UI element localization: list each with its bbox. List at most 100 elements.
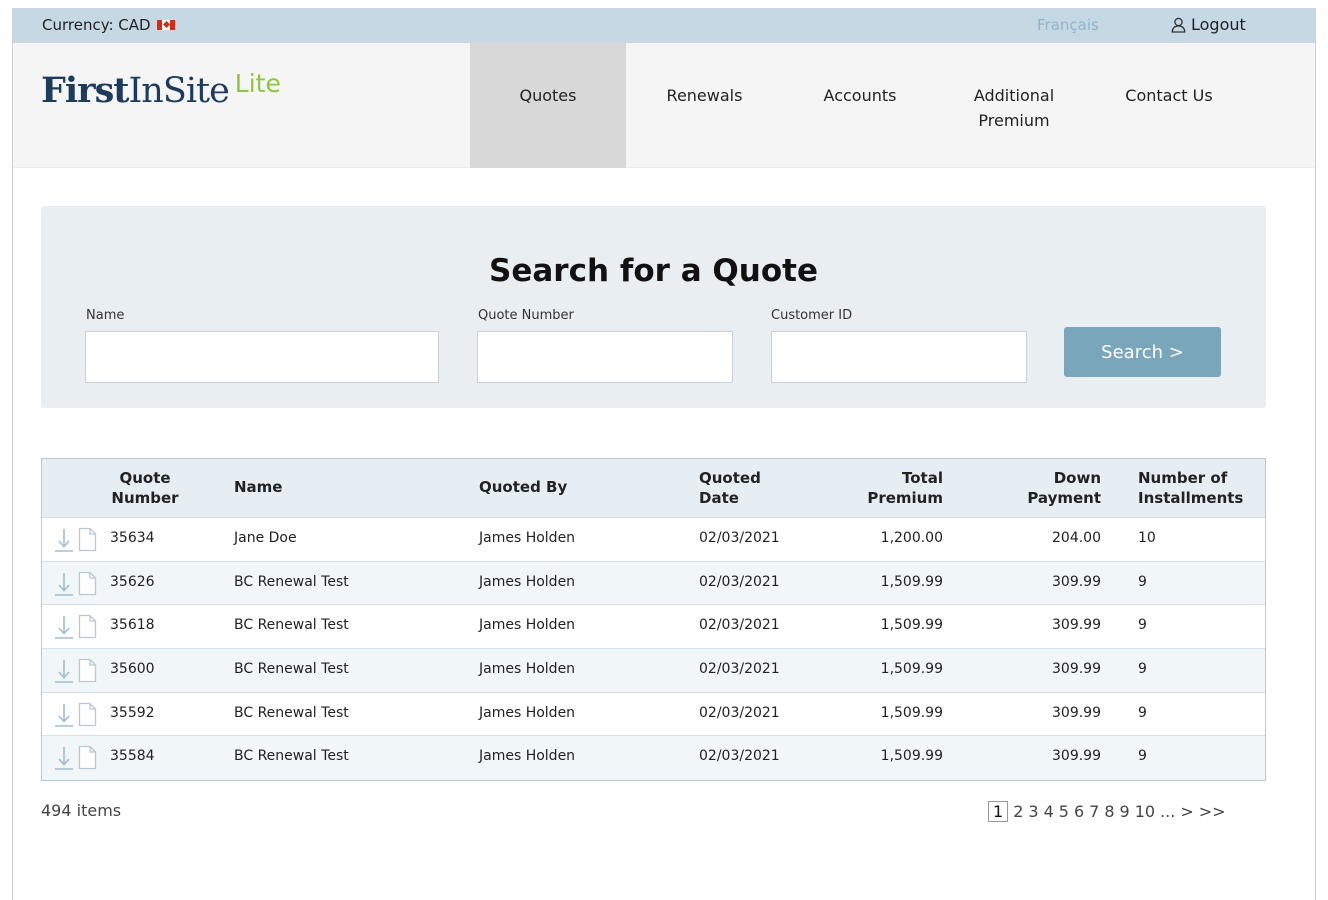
table-row[interactable]: 35634 Jane Doe James Holden 02/03/2021 1…: [42, 518, 1265, 562]
pagination-link[interactable]: 5: [1059, 802, 1069, 821]
cell-name: BC Renewal Test: [234, 661, 349, 678]
currency-indicator: Currency: CAD: [42, 16, 176, 34]
nav-item-label: Contact Us: [1125, 86, 1213, 105]
header-line: Payment: [1027, 489, 1101, 507]
column-header-quoted-by[interactable]: Quoted By: [479, 477, 567, 497]
column-header-quoted-date[interactable]: Quoted Date: [699, 468, 761, 508]
column-header-installments[interactable]: Number of Installments: [1138, 468, 1243, 508]
cell-down-payment: 309.99: [1052, 661, 1101, 678]
nav-item-additional-premium[interactable]: Additional Premium: [937, 43, 1091, 168]
table-row[interactable]: 35592 BC Renewal Test James Holden 02/03…: [42, 693, 1265, 737]
table-row[interactable]: 35618 BC Renewal Test James Holden 02/03…: [42, 605, 1265, 650]
pagination-current-page[interactable]: 1: [988, 801, 1009, 822]
download-icon[interactable]: [54, 702, 74, 728]
cell-quote-number: 35584: [110, 748, 155, 765]
table-row[interactable]: 35626 BC Renewal Test James Holden 02/03…: [42, 561, 1265, 606]
language-toggle-link[interactable]: Français: [1037, 16, 1099, 34]
header-line: Premium: [867, 489, 943, 507]
document-icon[interactable]: [78, 614, 97, 639]
table-row[interactable]: 35584 BC Renewal Test James Holden 02/03…: [42, 736, 1265, 781]
pagination-link[interactable]: 7: [1089, 802, 1099, 821]
row-actions: [54, 702, 97, 728]
cell-quoted-date: 02/03/2021: [699, 704, 780, 721]
column-header-total-premium[interactable]: Total Premium: [842, 468, 943, 508]
header-line: Down: [1053, 469, 1101, 487]
cell-down-payment: 309.99: [1052, 704, 1101, 721]
document-icon[interactable]: [78, 745, 97, 770]
cell-total-premium: 1,200.00: [880, 530, 943, 546]
pagination-link[interactable]: 8: [1104, 802, 1114, 821]
quotes-table: Quote Number Name Quoted By Quoted Date …: [41, 458, 1266, 782]
pagination-link[interactable]: 3: [1028, 802, 1038, 821]
firstinsite-logo[interactable]: FirstInSite Lite: [41, 69, 281, 111]
row-actions: [54, 614, 97, 640]
header-line: Quote: [119, 469, 171, 487]
logout-link[interactable]: Logout: [1171, 15, 1246, 34]
user-icon: [1171, 17, 1186, 33]
cell-total-premium: 1,509.99: [880, 573, 943, 590]
header-line: Date: [699, 489, 739, 507]
items-count: 494 items: [41, 801, 122, 820]
download-icon[interactable]: [54, 614, 74, 640]
main-nav: Quotes Renewals Accounts Additional Prem…: [470, 43, 1247, 168]
cell-quoted-date: 02/03/2021: [699, 748, 780, 765]
search-title-rest: for a Quote: [619, 253, 818, 289]
header-line: Number of: [1138, 469, 1228, 487]
cell-name: BC Renewal Test: [234, 748, 349, 765]
cell-quoted-by: James Holden: [479, 573, 576, 590]
cell-quote-number: 35600: [110, 661, 155, 678]
download-icon[interactable]: [54, 527, 74, 553]
cell-quote-number: 35618: [110, 617, 155, 634]
site-header: FirstInSite Lite Quotes Renewals Accounts…: [13, 43, 1315, 168]
document-icon[interactable]: [78, 571, 97, 596]
nav-item-accounts[interactable]: Accounts: [783, 43, 937, 168]
row-actions: [54, 658, 97, 684]
cell-installments: 10: [1138, 530, 1156, 546]
quote-number-input[interactable]: [477, 331, 733, 383]
pagination-link[interactable]: ...: [1160, 802, 1175, 821]
name-input[interactable]: [85, 331, 439, 383]
header-line: Number: [111, 489, 179, 507]
cell-name: BC Renewal Test: [234, 617, 349, 634]
cell-installments: 9: [1138, 617, 1147, 634]
table-row[interactable]: 35600 BC Renewal Test James Holden 02/03…: [42, 649, 1265, 693]
search-title: Search for a Quote: [41, 253, 1266, 289]
nav-item-label: Quotes: [519, 86, 577, 105]
document-icon[interactable]: [78, 658, 97, 683]
cell-quoted-by: James Holden: [479, 617, 576, 634]
cell-quoted-by: James Holden: [479, 661, 576, 678]
pagination-link[interactable]: 2: [1013, 802, 1023, 821]
cell-quote-number: 35592: [110, 704, 155, 721]
column-header-name[interactable]: Name: [234, 477, 282, 497]
download-icon[interactable]: [54, 571, 74, 597]
cell-quoted-date: 02/03/2021: [699, 573, 780, 590]
search-title-bold: Search: [489, 253, 610, 289]
column-header-down-payment[interactable]: Down Payment: [1002, 468, 1101, 508]
pagination-link[interactable]: >>: [1199, 802, 1226, 821]
document-icon[interactable]: [78, 527, 97, 552]
document-icon[interactable]: [78, 702, 97, 727]
cell-installments: 9: [1138, 704, 1147, 721]
cell-total-premium: 1,509.99: [880, 704, 943, 721]
pagination-link[interactable]: 10: [1135, 802, 1155, 821]
pagination-link[interactable]: 9: [1120, 802, 1130, 821]
top-bar: Currency: CAD Français Logout: [13, 8, 1315, 43]
search-button[interactable]: Search >: [1064, 327, 1221, 377]
pagination-link[interactable]: 4: [1044, 802, 1054, 821]
cell-name: Jane Doe: [234, 530, 297, 546]
cell-quoted-date: 02/03/2021: [699, 617, 780, 634]
logout-label: Logout: [1191, 15, 1246, 34]
pagination-link[interactable]: 6: [1074, 802, 1084, 821]
download-icon[interactable]: [54, 658, 74, 684]
download-icon[interactable]: [54, 745, 74, 771]
column-header-quote-number[interactable]: Quote Number: [110, 468, 180, 508]
logo-first: First: [41, 70, 129, 111]
customer-id-input[interactable]: [771, 331, 1027, 383]
cell-name: BC Renewal Test: [234, 573, 349, 590]
pagination-link[interactable]: >: [1180, 802, 1193, 821]
nav-item-renewals[interactable]: Renewals: [626, 43, 783, 168]
logo-lite: Lite: [234, 69, 281, 98]
nav-item-contact-us[interactable]: Contact Us: [1091, 43, 1247, 168]
nav-item-quotes[interactable]: Quotes: [470, 43, 626, 168]
cell-down-payment: 204.00: [1052, 530, 1101, 546]
